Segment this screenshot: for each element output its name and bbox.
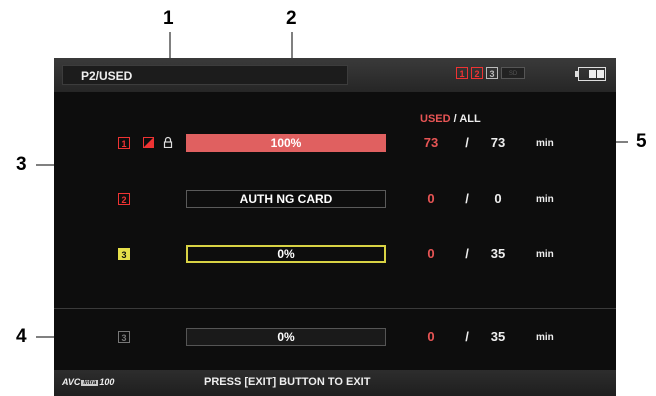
usage-bar-2: AUTH NG CARD xyxy=(186,190,386,208)
separator-1: / xyxy=(465,135,469,150)
used-value-4: 0 xyxy=(427,329,435,344)
callout-5: 5 xyxy=(636,131,647,152)
logo-avc: AVC xyxy=(62,377,81,387)
separator-4: / xyxy=(465,329,469,344)
unit-min-3: min xyxy=(536,249,554,260)
slot-2-icon: 2 xyxy=(118,193,130,205)
used-label: USED xyxy=(420,113,451,125)
divider xyxy=(54,308,616,309)
callout-2: 2 xyxy=(286,8,297,29)
exit-message: PRESS [EXIT] BUTTON TO EXIT xyxy=(204,376,371,388)
usage-bar-3: 0% xyxy=(186,245,386,263)
used-all-header: USED / ALL xyxy=(420,113,481,125)
callout-1: 1 xyxy=(163,8,174,29)
camera-screen: P2/USED 1 2 3 SD USED / ALL 1 100% 73 / … xyxy=(54,58,616,396)
top-bar: P2/USED 1 2 3 SD xyxy=(54,58,616,92)
slot-4-icon: 3 xyxy=(118,331,130,343)
screen-title: P2/USED xyxy=(62,65,348,85)
battery-icon xyxy=(575,67,606,81)
used-value-2: 0 xyxy=(427,191,435,206)
all-value-3: 35 xyxy=(490,246,506,261)
all-label: ALL xyxy=(459,113,481,125)
usage-bar-4: 0% xyxy=(186,328,386,346)
slot-1-icon: 1 xyxy=(118,137,130,149)
bottom-bar: AVC Intra 100 PRESS [EXIT] BUTTON TO EXIT xyxy=(54,370,616,396)
unit-min-1: min xyxy=(536,138,554,149)
callout-3: 3 xyxy=(16,154,27,175)
all-value-1: 73 xyxy=(490,135,506,150)
callout-4: 4 xyxy=(16,326,27,347)
card-icon xyxy=(143,137,154,148)
logo-num: 100 xyxy=(99,377,115,387)
header-slot-sd: SD xyxy=(501,67,525,79)
slot-3-icon: 3 xyxy=(118,248,130,260)
logo-intra: Intra xyxy=(81,379,99,386)
used-value-1: 73 xyxy=(423,135,439,150)
unit-min-4: min xyxy=(536,332,554,343)
all-value-4: 35 xyxy=(490,329,506,344)
separator-3: / xyxy=(465,246,469,261)
used-value-3: 0 xyxy=(427,246,435,261)
header-separator: / xyxy=(453,113,457,125)
separator-2: / xyxy=(465,191,469,206)
unit-min-2: min xyxy=(536,194,554,205)
header-slot-3: 3 xyxy=(486,67,498,79)
header-slot-2: 2 xyxy=(471,67,483,79)
avc-intra-logo: AVC Intra 100 xyxy=(62,377,114,389)
usage-bar-1: 100% xyxy=(186,134,386,152)
header-slot-1: 1 xyxy=(456,67,468,79)
lock-icon xyxy=(163,136,173,148)
all-value-2: 0 xyxy=(494,191,502,206)
